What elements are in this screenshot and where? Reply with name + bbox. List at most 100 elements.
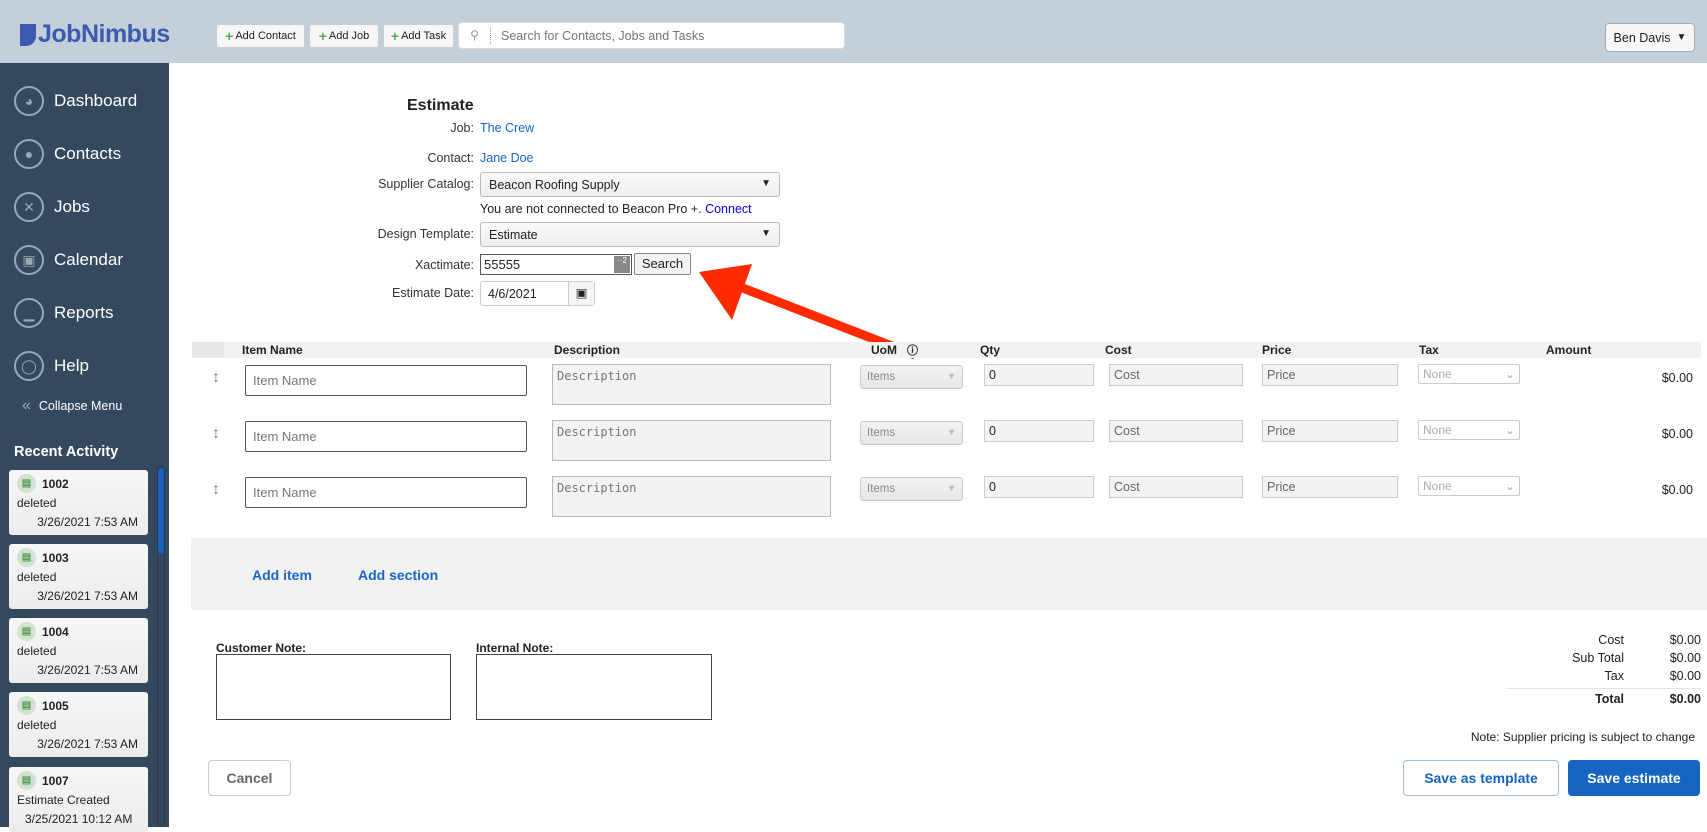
search-input[interactable] [491, 28, 844, 43]
plus-icon: + [318, 28, 327, 44]
row-amount: $0.00 [1661, 483, 1693, 497]
logo-text: JobNimbus [38, 20, 170, 48]
add-item-link[interactable]: Add item [252, 567, 312, 583]
description-textarea[interactable]: Description [552, 420, 831, 461]
cost-input[interactable]: Cost [1109, 476, 1243, 498]
item-name-input[interactable]: Item Name [245, 421, 527, 452]
tax-total-label: Tax [1604, 669, 1624, 683]
column-description: Description [554, 343, 621, 357]
uom-select[interactable]: Items ▼ [860, 421, 963, 445]
nav-label: Contacts [54, 144, 122, 163]
top-header: JobNimbus + Add Contact + Add Job + Add Tas… [0, 0, 1707, 63]
nav-label: Calendar [54, 250, 123, 269]
activity-time: 3/25/2021 10:12 AM [25, 812, 133, 826]
xactimate-label: Xactimate: [414, 258, 474, 272]
item-name-input[interactable]: Item Name [245, 477, 527, 508]
item-name-input[interactable]: Item Name [245, 365, 527, 396]
caret-down-icon: ▼ [947, 427, 956, 437]
user-menu[interactable]: Ben Davis ▼ [1605, 23, 1695, 52]
caret-down-icon: ▼ [947, 483, 956, 493]
tax-value: None [1423, 367, 1452, 381]
grand-total-value: $0.00 [1669, 692, 1701, 706]
drag-handle-icon[interactable]: ↕ [212, 425, 220, 443]
save-as-template-button[interactable]: Save as template [1403, 760, 1559, 796]
activity-card[interactable]: ▤ 1004 deleted 3/26/2021 7:53 AM [9, 618, 148, 683]
document-icon: ▤ [17, 696, 36, 715]
plus-icon: + [225, 28, 234, 44]
connect-link[interactable]: Connect [705, 202, 752, 216]
contact-link[interactable]: Jane Doe [480, 151, 534, 165]
row-amount: $0.00 [1661, 427, 1693, 441]
add-task-button[interactable]: + Add Task [383, 24, 454, 48]
caret-down-icon: ▼ [761, 178, 771, 189]
tax-select[interactable]: None ⌄ [1418, 420, 1520, 440]
estimate-date-input[interactable]: 4/6/2021 ▣ [480, 281, 595, 306]
activity-card[interactable]: ▤ 1007 Estimate Created 3/25/2021 10:12 AM [9, 767, 148, 832]
drag-handle-icon[interactable]: ↕ [212, 481, 220, 499]
supplier-value: Beacon Roofing Supply [489, 178, 620, 192]
column-uom: UoM [871, 343, 897, 357]
add-contact-button[interactable]: + Add Contact [216, 24, 305, 48]
drag-column-header [192, 342, 224, 358]
description-textarea[interactable]: Description [552, 476, 831, 517]
contact-icon: ● [14, 139, 44, 169]
tax-select[interactable]: None ⌄ [1418, 476, 1520, 496]
uom-select[interactable]: Items ▼ [860, 477, 963, 501]
drag-handle-icon[interactable]: ↕ [212, 369, 220, 387]
sidebar-item-contacts[interactable]: ● Contacts [14, 137, 121, 171]
cost-input[interactable]: Cost [1109, 420, 1243, 442]
calendar-icon[interactable]: ▣ [568, 282, 594, 305]
job-link[interactable]: The Crew [480, 121, 534, 135]
grand-total-label: Total [1595, 692, 1624, 706]
internal-note-textarea[interactable] [476, 654, 712, 720]
cost-input[interactable]: Cost [1109, 364, 1243, 386]
xactimate-input[interactable]: 55555 ··2 [480, 254, 632, 275]
tax-select[interactable]: None ⌄ [1418, 364, 1520, 384]
price-input[interactable]: Price [1262, 364, 1398, 386]
chevron-down-icon: ⌄ [1504, 479, 1515, 493]
date-label: Estimate Date: [392, 286, 474, 300]
uom-select[interactable]: Items ▼ [860, 365, 963, 389]
qty-input[interactable]: 0 [984, 420, 1094, 442]
line-items-header: Item Name Description UoM ⓘ Qty Cost Pri… [192, 342, 1701, 358]
table-row: ↕ Item Name Description Items ▼ 0 Cost Pr… [0, 420, 1707, 466]
save-estimate-button[interactable]: Save estimate [1568, 760, 1700, 796]
sidebar-item-reports[interactable]: ▁ Reports [14, 296, 114, 330]
activity-card[interactable]: ▤ 1005 deleted 3/26/2021 7:53 AM [9, 692, 148, 757]
table-row: ↕ Item Name Description Items ▼ 0 Cost Pr… [0, 364, 1707, 410]
template-value: Estimate [489, 228, 538, 242]
description-textarea[interactable]: Description [552, 364, 831, 405]
sidebar-item-dashboard[interactable]: ◕ Dashboard [14, 84, 137, 118]
design-template-select[interactable]: Estimate ▼ [480, 222, 780, 247]
table-row: ↕ Item Name Description Items ▼ 0 Cost Pr… [0, 476, 1707, 522]
customer-note-textarea[interactable] [216, 654, 451, 720]
supplier-catalog-select[interactable]: Beacon Roofing Supply ▼ [480, 172, 780, 197]
connect-notice: You are not connected to Beacon Pro +. C… [480, 202, 752, 216]
caret-down-icon: ▼ [947, 371, 956, 381]
caret-down-icon: ▼ [761, 228, 771, 239]
activity-time: 3/26/2021 7:53 AM [37, 737, 138, 751]
subtotal-label: Sub Total [1572, 651, 1624, 665]
uom-value: Items [867, 427, 896, 439]
add-task-label: Add Task [401, 30, 447, 42]
sidebar-item-jobs[interactable]: ✕ Jobs [14, 190, 90, 224]
cancel-button[interactable]: Cancel [208, 760, 291, 796]
user-name: Ben Davis [1613, 30, 1671, 45]
price-input[interactable]: Price [1262, 420, 1398, 442]
jobnimbus-logo[interactable]: JobNimbus [20, 20, 170, 49]
column-cost: Cost [1105, 343, 1132, 357]
tax-total-value: $0.00 [1669, 669, 1701, 683]
info-icon[interactable]: ⓘ [907, 342, 918, 358]
xactimate-value: 55555 [484, 257, 521, 272]
activity-card[interactable]: ▤ 1003 deleted 3/26/2021 7:53 AM [9, 544, 148, 609]
price-input[interactable]: Price [1262, 476, 1398, 498]
uom-value: Items [867, 483, 896, 495]
nav-label: Dashboard [54, 91, 138, 110]
add-job-button[interactable]: + Add Job [309, 24, 379, 48]
qty-input[interactable]: 0 [984, 364, 1094, 386]
activity-action: deleted [17, 718, 57, 732]
add-section-link[interactable]: Add section [358, 567, 438, 583]
sidebar-item-calendar[interactable]: ▣ Calendar [14, 243, 123, 277]
global-search[interactable]: ⚲ [458, 22, 845, 49]
qty-input[interactable]: 0 [984, 476, 1094, 498]
